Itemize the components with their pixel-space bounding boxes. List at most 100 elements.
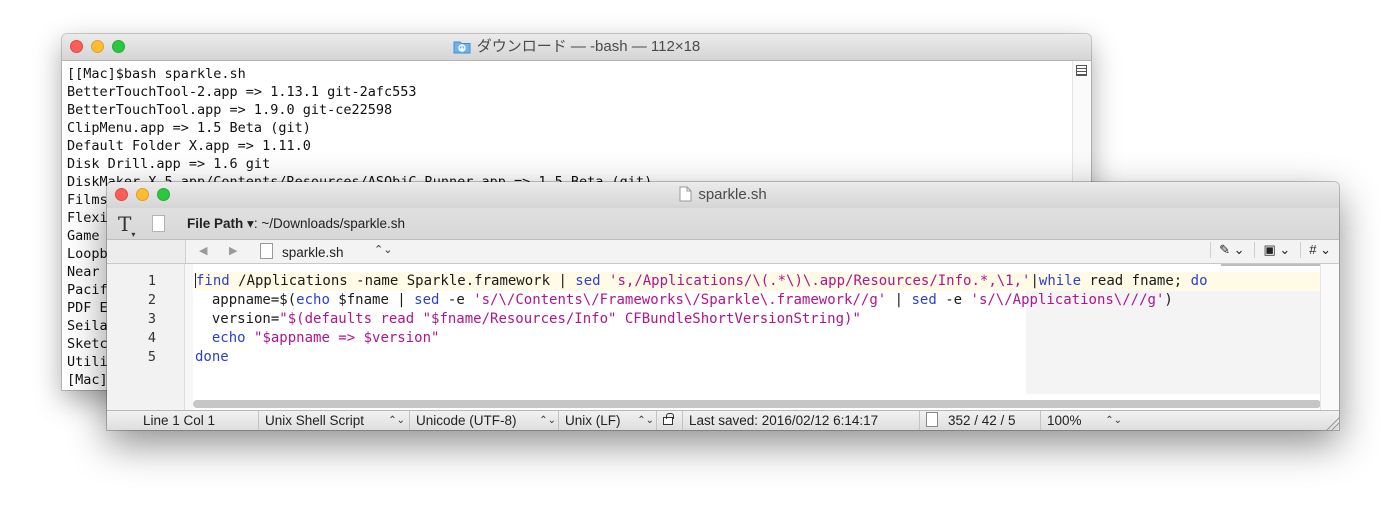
editor-titlebar[interactable]: sparkle.sh [107, 182, 1339, 208]
code-keyword: while [1038, 273, 1082, 289]
terminal-title-text: ダウンロード — -bash — 112×18 [476, 38, 701, 55]
terminal-line: ClipMenu.app => 1.5 Beta (git) [67, 120, 311, 136]
lock-icon [663, 413, 674, 425]
code-text: ) [1164, 292, 1173, 308]
forward-arrow-icon[interactable]: ▶ [229, 244, 237, 257]
code-text: version= [195, 311, 280, 327]
editor-area[interactable]: 1 2 3 4 5 find /Applications -name Sparkle.f… [107, 264, 1339, 411]
horizontal-scrollbar-thumb[interactable] [193, 400, 1321, 408]
code-text: -e [936, 292, 971, 308]
code-text: -e [439, 292, 474, 308]
code-string: 's/\/Contents\/Frameworks\/Sparkle\.fram… [473, 292, 887, 308]
code-keyword: sed [575, 273, 601, 289]
code-string: 's/\/Applications\///g' [970, 292, 1165, 308]
vertical-scrollbar[interactable] [1320, 264, 1339, 411]
file-popup-button[interactable]: sparkle.sh [260, 243, 344, 260]
back-arrow-icon[interactable]: ◀ [199, 244, 207, 257]
navbar-right-menus: ✎ ⌄ ▣ ⌄ # ⌄ [1210, 242, 1331, 258]
file-path-arrow-icon[interactable]: ▾ [247, 216, 254, 231]
line-number: 5 [147, 349, 156, 365]
document-counts-text: 352 / 42 / 5 [948, 413, 1016, 428]
code-string: "$appname => $version" [254, 330, 440, 346]
code-keyword: done [195, 349, 229, 365]
line-number: 3 [147, 311, 156, 327]
counter-menu-button[interactable]: # ⌄ [1300, 242, 1331, 258]
document-proxy-icon[interactable] [152, 215, 165, 232]
code-text: | [1030, 273, 1039, 289]
zoom-popup[interactable]: 100% ⌃⌄ [1040, 411, 1125, 430]
line-endings-popup[interactable]: Unix (LF) ⌃⌄ [558, 411, 657, 430]
document-info-icon [926, 412, 938, 427]
code-string: 's,/Applications/\(.*\)\.app/Resources/I… [609, 273, 1031, 289]
code-text: $fname | [329, 292, 415, 308]
zoom-arrows-icon: ⌃⌄ [1105, 415, 1122, 426]
last-saved: Last saved: 2016/02/12 6:14:17 [682, 411, 918, 430]
terminal-line: BetterTouchTool.app => 1.9.0 git-ce22598 [67, 102, 393, 118]
terminal-titlebar[interactable]: ダウンロード — -bash — 112×18 [62, 34, 1091, 61]
resize-grip-icon[interactable] [1325, 416, 1339, 430]
code-keyword: echo [296, 292, 330, 308]
encoding-label: Unicode (UTF-8) [416, 413, 517, 428]
code-string: "$(defaults read "$fname/Resources/Info"… [279, 311, 861, 327]
code-line: version="$(defaults read "$fname/Resourc… [195, 310, 1321, 329]
terminal-line: Disk Drill.app => 1.6 git [67, 156, 271, 172]
file-popup-arrows-icon[interactable]: ⌃⌄ [374, 243, 392, 256]
status-bar: Line 1 Col 1 Unix Shell Script ⌃⌄ Unicode… [107, 410, 1339, 430]
editor-title-text: sparkle.sh [698, 186, 767, 203]
encoding-arrows-icon: ⌃⌄ [539, 415, 556, 426]
editor-toolbar: T▾ File Path ▾: ~/Downloads/sparkle.sh [107, 208, 1339, 240]
file-popup-label: sparkle.sh [282, 245, 344, 260]
code-keyword: sed [911, 292, 937, 308]
document-counts[interactable]: 352 / 42 / 5 [919, 411, 1042, 430]
code-keyword: do [1190, 273, 1208, 289]
syntax-label: Unix Shell Script [265, 413, 365, 428]
file-path-control[interactable]: File Path ▾: ~/Downloads/sparkle.sh [187, 216, 405, 232]
code-text-area[interactable]: find /Applications -name Sparkle.framewo… [195, 272, 1321, 367]
lock-button[interactable] [656, 411, 679, 430]
code-keyword: find [196, 273, 230, 289]
code-line: echo "$appname => $version" [195, 329, 1321, 348]
window-menu-button[interactable]: ▣ ⌄ [1254, 242, 1290, 258]
line-number-gutter: 1 2 3 4 5 [107, 264, 185, 411]
code-text: /Applications -name Sparkle.framework | [229, 273, 576, 289]
terminal-line: BetterTouchTool-2.app => 1.13.1 git-2afc… [67, 84, 417, 100]
editor-window: sparkle.sh T▾ File Path ▾: ~/Downloads/s… [107, 182, 1339, 430]
syntax-popup[interactable]: Unix Shell Script ⌃⌄ [258, 411, 408, 430]
navigation-bar: ◀ ▶ sparkle.sh ⌃⌄ ✎ ⌄ ▣ ⌄ # ⌄ [107, 240, 1339, 264]
code-text: appname=$( [195, 292, 297, 308]
cursor-position[interactable]: Line 1 Col 1 [137, 411, 255, 430]
file-path-value: : ~/Downloads/sparkle.sh [253, 216, 406, 231]
code-text: read fname; [1081, 273, 1191, 289]
terminal-line: [[Mac]$bash sparkle.sh [67, 66, 246, 82]
terminal-line: Default Folder X.app => 1.11.0 [67, 138, 311, 154]
ruler-mark [1221, 264, 1321, 266]
navbar-gutter-area [107, 240, 186, 263]
folder-icon [453, 37, 471, 63]
text-tool-icon[interactable]: T▾ [118, 212, 135, 239]
code-text: | [886, 292, 912, 308]
fold-column[interactable] [185, 264, 193, 411]
horizontal-scrollbar[interactable] [193, 397, 1321, 409]
encoding-popup[interactable]: Unicode (UTF-8) ⌃⌄ [409, 411, 559, 430]
code-line: appname=$(echo $fname | sed -e 's/\/Cont… [195, 291, 1321, 310]
code-line: done [195, 348, 1321, 367]
zoom-label: 100% [1047, 413, 1082, 428]
line-number: 1 [147, 273, 156, 289]
code-keyword: sed [414, 292, 440, 308]
file-path-label[interactable]: File Path [187, 216, 243, 231]
line-number: 2 [147, 292, 156, 308]
syntax-arrows-icon: ⌃⌄ [388, 415, 405, 426]
line-endings-label: Unix (LF) [565, 413, 621, 428]
terminal-title: ダウンロード — -bash — 112×18 [62, 34, 1091, 63]
line-endings-arrows-icon: ⌃⌄ [637, 415, 654, 426]
code-keyword: echo [211, 330, 246, 346]
file-icon [260, 243, 273, 259]
code-line: find /Applications -name Sparkle.framewo… [195, 272, 1321, 291]
marker-menu-button[interactable]: ✎ ⌄ [1210, 242, 1244, 258]
editor-title: sparkle.sh [107, 182, 1339, 211]
terminal-marks-icon[interactable] [1076, 65, 1087, 76]
line-number: 4 [147, 330, 156, 346]
